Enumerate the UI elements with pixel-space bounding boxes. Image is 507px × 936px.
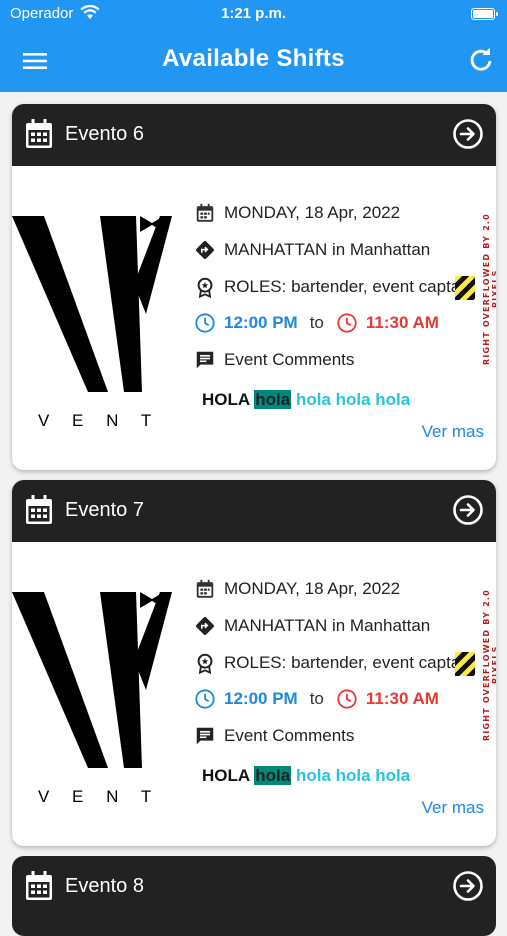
shift-date: MONDAY, 18 Apr, 2022 <box>194 578 400 600</box>
shift-times: 12:00 PM to 11:30 AM <box>194 688 439 710</box>
overflow-indicator <box>455 276 475 300</box>
logo-text: V E N T <box>38 787 160 806</box>
arrow-circle-right-icon[interactable] <box>452 118 484 150</box>
directions-icon <box>196 241 214 259</box>
see-more-link[interactable]: Ver mas <box>422 422 484 442</box>
card-body: V E N T MONDAY, 18 Apr, 2022 MANHATTAN i… <box>12 542 496 846</box>
to-label: to <box>309 313 324 332</box>
arrow-circle-right-icon[interactable] <box>452 870 484 902</box>
card-body: V E N T MONDAY, 18 Apr, 2022 MANHATTAN i… <box>12 166 496 470</box>
to-label: to <box>309 689 324 708</box>
clock-icon <box>337 313 357 333</box>
shift-location: MANHATTAN in Manhattan <box>194 239 430 261</box>
clock-icon <box>337 689 357 709</box>
shift-location: MANHATTAN in Manhattan <box>194 615 430 637</box>
refresh-icon[interactable] <box>467 46 495 74</box>
shift-card[interactable]: Evento 7 V E N T MONDAY, 18 Apr, 2022 MA… <box>12 480 496 846</box>
app-bar: Available Shifts <box>0 30 507 92</box>
shift-times: 12:00 PM to 11:30 AM <box>194 312 439 334</box>
calendar-icon <box>26 119 52 148</box>
status-bar: Operador 1:21 p.m. <box>0 0 507 30</box>
clock-icon <box>195 689 215 709</box>
event-comments-heading: Event Comments <box>194 725 354 747</box>
start-time: 12:00 PM <box>224 313 298 332</box>
event-icon <box>196 579 214 598</box>
comment-icon <box>196 727 214 745</box>
comment-preview: HOLA hola hola hola hola <box>202 390 411 409</box>
comment-preview-clipped <box>202 412 382 418</box>
start-time: 12:00 PM <box>224 689 298 708</box>
clock-icon <box>195 313 215 333</box>
overflow-indicator <box>455 652 475 676</box>
badge-icon <box>197 653 213 674</box>
badge-icon <box>197 277 213 298</box>
battery-icon <box>471 8 498 20</box>
event-icon <box>196 203 214 222</box>
event-logo-image: V E N T <box>12 174 182 436</box>
event-logo-image: V E N T <box>12 550 182 812</box>
shift-roles: ROLES: bartender, event captain <box>194 652 474 674</box>
shift-name: Evento 8 <box>65 875 144 897</box>
overflow-warning: RIGHT OVERFLOWED BY 2.0 PIXELS <box>482 213 496 365</box>
shift-card[interactable]: Evento 8 <box>12 856 496 936</box>
shift-roles: ROLES: bartender, event captain <box>194 276 474 298</box>
comment-preview: HOLA hola hola hola hola <box>202 766 411 785</box>
status-time: 1:21 p.m. <box>220 5 287 22</box>
card-header[interactable]: Evento 6 <box>12 104 496 166</box>
calendar-icon <box>26 871 52 900</box>
event-comments-heading: Event Comments <box>194 349 354 371</box>
shift-name: Evento 7 <box>65 499 144 521</box>
logo-text: V E N T <box>38 411 160 430</box>
shift-name: Evento 6 <box>65 123 144 145</box>
comment-icon <box>196 351 214 369</box>
shift-card[interactable]: Evento 6 V E N T MONDAY, 18 Apr, 2022 MA… <box>12 104 496 470</box>
comment-preview-clipped <box>202 788 382 794</box>
overflow-warning: RIGHT OVERFLOWED BY 2.0 PIXELS <box>482 589 496 741</box>
card-header[interactable]: Evento 7 <box>12 480 496 542</box>
see-more-link[interactable]: Ver mas <box>422 798 484 818</box>
end-time: 11:30 AM <box>365 689 439 708</box>
arrow-circle-right-icon[interactable] <box>452 494 484 526</box>
end-time: 11:30 AM <box>365 313 439 332</box>
page-title: Available Shifts <box>162 45 345 72</box>
calendar-icon <box>26 495 52 524</box>
shift-date: MONDAY, 18 Apr, 2022 <box>194 202 400 224</box>
directions-icon <box>196 617 214 635</box>
